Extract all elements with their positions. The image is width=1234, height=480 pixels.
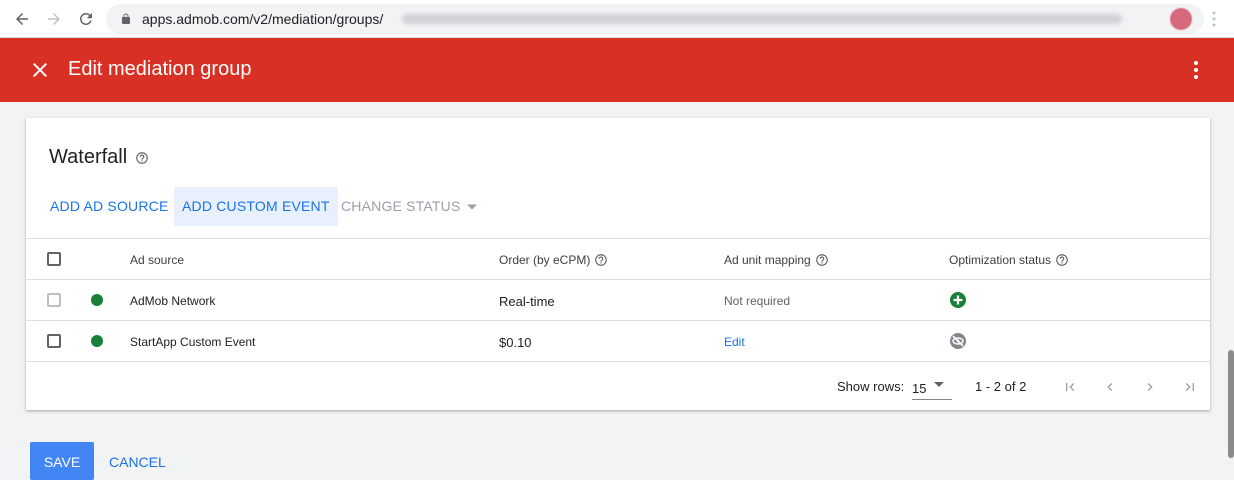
column-header-ad-source: Ad source: [130, 253, 185, 267]
edit-mapping-link[interactable]: Edit: [724, 335, 745, 349]
order-value: $0.10: [499, 335, 532, 350]
add-custom-event-button[interactable]: ADD CUSTOM EVENT: [174, 187, 338, 226]
profile-avatar[interactable]: [1170, 8, 1192, 30]
forward-icon[interactable]: [42, 7, 66, 31]
change-status-button[interactable]: CHANGE STATUS: [333, 187, 485, 226]
order-value: Real-time: [499, 294, 555, 309]
column-header-order: Order (by eCPM): [499, 253, 608, 270]
row-checkbox[interactable]: [47, 334, 61, 348]
status-dot: [91, 335, 103, 347]
url-text: apps.admob.com/v2/mediation/groups/: [142, 11, 384, 27]
rows-per-page-value: 15: [912, 381, 927, 396]
first-page-icon[interactable]: [1058, 375, 1082, 399]
waterfall-title: Waterfall: [49, 146, 128, 168]
save-button[interactable]: SAVE: [30, 442, 94, 480]
url-redacted: [402, 14, 1122, 24]
help-icon[interactable]: [135, 151, 149, 165]
page-header: Edit mediation group: [0, 38, 1234, 102]
plus-circle-icon: [949, 291, 967, 309]
page-range: 1 - 2 of 2: [975, 379, 1027, 394]
dropdown-arrow-icon: [934, 382, 944, 387]
mapping-value: Not required: [724, 294, 791, 308]
browser-menu-icon[interactable]: [1202, 7, 1226, 31]
visibility-off-icon: [949, 332, 967, 350]
table-row[interactable]: StartApp Custom Event $0.10 Edit: [26, 320, 1210, 361]
column-header-mapping-label: Ad unit mapping: [724, 253, 811, 267]
column-header-optimization-label: Optimization status: [949, 253, 1052, 267]
dropdown-arrow-icon: [466, 204, 477, 209]
help-icon[interactable]: [1055, 253, 1069, 270]
page-title: Edit mediation group: [68, 58, 252, 80]
previous-page-icon[interactable]: [1098, 375, 1122, 399]
ad-source-name: StartApp Custom Event: [130, 335, 256, 349]
cancel-button[interactable]: CANCEL: [109, 442, 166, 480]
show-rows-label: Show rows:: [837, 379, 905, 394]
select-all-checkbox[interactable]: [47, 252, 61, 266]
page-scrollbar[interactable]: [1228, 350, 1234, 458]
reload-icon[interactable]: [74, 7, 98, 31]
column-header-mapping: Ad unit mapping: [724, 253, 829, 270]
next-page-icon[interactable]: [1138, 375, 1162, 399]
close-icon[interactable]: [28, 58, 52, 82]
last-page-icon[interactable]: [1178, 375, 1202, 399]
table-row[interactable]: AdMob Network Real-time Not required: [26, 279, 1210, 320]
back-icon[interactable]: [10, 7, 34, 31]
browser-toolbar: apps.admob.com/v2/mediation/groups/: [0, 0, 1234, 38]
row-checkbox: [47, 293, 61, 307]
table-footer: Show rows: 15 1 - 2 of 2: [26, 361, 1210, 410]
address-bar[interactable]: apps.admob.com/v2/mediation/groups/: [106, 4, 1204, 34]
lock-icon: [122, 13, 130, 24]
status-dot: [91, 294, 103, 306]
table-header-row: Ad source Order (by eCPM) Ad unit mappin…: [26, 238, 1210, 279]
column-header-optimization: Optimization status: [949, 253, 1069, 270]
more-vert-icon[interactable]: [1184, 58, 1208, 82]
change-status-label: CHANGE STATUS: [341, 198, 461, 214]
help-icon[interactable]: [815, 253, 829, 270]
column-header-order-label: Order (by eCPM): [499, 253, 591, 267]
help-icon[interactable]: [594, 253, 608, 270]
ad-source-name: AdMob Network: [130, 294, 216, 308]
add-ad-source-button[interactable]: ADD AD SOURCE: [42, 187, 177, 226]
waterfall-card: Waterfall ADD AD SOURCE ADD CUSTOM EVENT…: [26, 118, 1210, 410]
rows-per-page-select[interactable]: 15: [912, 374, 952, 400]
